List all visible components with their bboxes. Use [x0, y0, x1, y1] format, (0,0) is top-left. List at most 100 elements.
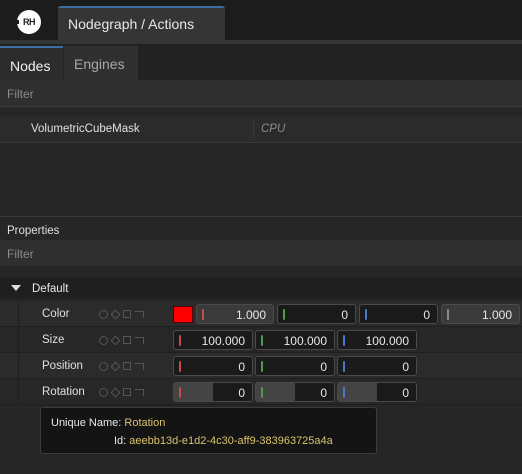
keyframe-diamond-icon[interactable] — [110, 361, 121, 371]
property-state-icons — [99, 335, 144, 345]
channel-r-marker — [202, 309, 204, 320]
channel-a-marker — [447, 309, 449, 320]
link-arrow-icon[interactable] — [135, 362, 144, 370]
color-a-value: 1.000 — [481, 308, 512, 322]
link-arrow-icon[interactable] — [135, 336, 144, 344]
row-gutter — [18, 327, 19, 353]
expose-square-icon[interactable] — [123, 388, 131, 396]
color-b-value: 0 — [423, 308, 430, 322]
property-state-icons — [99, 309, 144, 319]
divider — [0, 142, 522, 143]
rotation-y-field[interactable]: 0 — [255, 382, 335, 402]
property-label: Rotation — [42, 386, 85, 398]
keyframe-ring-icon[interactable] — [99, 361, 108, 371]
chevron-down-icon[interactable] — [11, 285, 21, 291]
position-y-value: 0 — [320, 360, 327, 374]
color-a-field[interactable]: 1.000 — [441, 304, 520, 324]
size-z-field[interactable]: 100.000 — [337, 330, 417, 350]
expose-square-icon[interactable] — [123, 310, 131, 318]
expose-square-icon[interactable] — [123, 362, 131, 370]
channel-g-marker — [283, 309, 285, 320]
position-x-field[interactable]: 0 — [173, 356, 253, 376]
rotation-x-field[interactable]: 0 — [173, 382, 253, 402]
keyframe-ring-icon[interactable] — [99, 387, 108, 397]
size-y-field[interactable]: 100.000 — [255, 330, 335, 350]
channel-z-marker — [343, 361, 345, 372]
app-logo-icon[interactable]: RH — [17, 10, 41, 34]
color-swatch[interactable] — [173, 306, 193, 323]
node-engine: CPU — [261, 123, 286, 135]
channel-x-marker — [179, 387, 181, 398]
keyframe-diamond-icon[interactable] — [110, 309, 121, 319]
app-logo-text: RH — [23, 17, 36, 27]
document-tab[interactable]: Nodegraph / Actions — [58, 6, 225, 40]
keyframe-ring-icon[interactable] — [99, 309, 108, 319]
property-row-position: Position 0 0 0 — [0, 353, 522, 379]
properties-title: Properties — [7, 225, 60, 237]
nodes-filter-placeholder: Filter — [7, 87, 34, 101]
tooltip-id-line: Id: aeebb13d-e1d2-4c30-aff9-383963725a4a — [114, 435, 333, 447]
size-y-value: 100.000 — [283, 334, 327, 348]
property-label: Position — [42, 360, 83, 372]
tab-engines[interactable]: Engines — [64, 46, 138, 80]
size-x-field[interactable]: 100.000 — [173, 330, 253, 350]
row-gutter — [18, 379, 19, 405]
link-arrow-icon[interactable] — [135, 388, 144, 396]
channel-b-marker — [365, 309, 367, 320]
color-r-value: 1.000 — [235, 308, 266, 322]
position-x-value: 0 — [238, 360, 245, 374]
position-y-field[interactable]: 0 — [255, 356, 335, 376]
rotation-x-value: 0 — [238, 386, 245, 400]
column-separator — [253, 120, 254, 138]
divider — [0, 106, 522, 107]
keyframe-diamond-icon[interactable] — [110, 335, 121, 345]
rotation-z-field[interactable]: 0 — [337, 382, 417, 402]
channel-z-marker — [343, 335, 345, 346]
position-z-value: 0 — [402, 360, 409, 374]
size-x-value: 100.000 — [201, 334, 245, 348]
property-tooltip: Unique Name: Rotation Id: aeebb13d-e1d2-… — [40, 407, 377, 454]
tooltip-unique-name-value: Rotation — [124, 417, 166, 429]
row-gutter — [18, 353, 19, 379]
position-z-field[interactable]: 0 — [337, 356, 417, 376]
tab-nodes[interactable]: Nodes — [0, 46, 63, 80]
color-b-field[interactable]: 0 — [359, 304, 438, 324]
property-group-default[interactable]: Default — [0, 277, 522, 299]
tooltip-unique-name-line: Unique Name: Rotation — [51, 417, 165, 429]
node-name: VolumetricCubeMask — [31, 123, 140, 135]
panel-tab-bar: Nodes Engines — [0, 44, 522, 80]
property-state-icons — [99, 387, 144, 397]
panel-splitter[interactable] — [0, 216, 522, 217]
properties-filter-placeholder: Filter — [7, 247, 34, 261]
tooltip-id-value: aeebb13d-e1d2-4c30-aff9-383963725a4a — [129, 435, 333, 447]
group-label: Default — [32, 283, 69, 295]
nodes-filter-input[interactable]: Filter — [0, 80, 522, 106]
channel-y-marker — [261, 361, 263, 372]
channel-x-marker — [179, 361, 181, 372]
channel-y-marker — [261, 387, 263, 398]
property-row-rotation: Rotation 0 0 0 — [0, 379, 522, 405]
property-row-size: Size 100.000 100.000 100.000 — [0, 327, 522, 353]
property-row-color: Color 1.000 0 0 1.000 — [0, 301, 522, 327]
property-state-icons — [99, 361, 144, 371]
tooltip-id-label: Id: — [114, 435, 127, 447]
keyframe-ring-icon[interactable] — [99, 335, 108, 345]
size-z-value: 100.000 — [365, 334, 409, 348]
link-arrow-icon[interactable] — [135, 310, 144, 318]
logo-notch — [13, 20, 19, 24]
properties-filter-input[interactable]: Filter — [0, 240, 522, 266]
property-label: Color — [42, 308, 70, 320]
rotation-y-value: 0 — [320, 386, 327, 400]
tooltip-unique-name-label: Unique Name: — [51, 417, 122, 429]
keyframe-diamond-icon[interactable] — [110, 387, 121, 397]
channel-x-marker — [179, 335, 181, 346]
row-gutter — [18, 301, 19, 327]
expose-square-icon[interactable] — [123, 336, 131, 344]
channel-z-marker — [343, 387, 345, 398]
title-bar: RH Nodegraph / Actions — [0, 0, 522, 40]
color-r-field[interactable]: 1.000 — [196, 304, 274, 324]
node-list-item[interactable]: VolumetricCubeMask CPU — [0, 116, 522, 142]
color-g-value: 0 — [341, 308, 348, 322]
color-g-field[interactable]: 0 — [277, 304, 356, 324]
document-tab-title: Nodegraph / Actions — [68, 16, 195, 32]
